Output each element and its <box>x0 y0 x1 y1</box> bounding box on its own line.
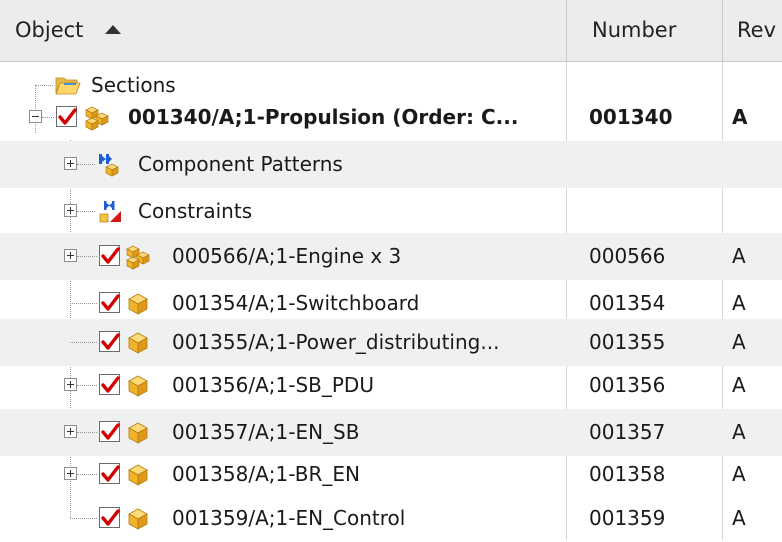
row-name: 000566/A;1-Engine x 3 <box>172 244 402 268</box>
column-header-object-label: Object <box>15 18 84 42</box>
row-number: 001357 <box>589 420 666 444</box>
sort-ascending-icon <box>105 24 122 34</box>
column-header-number-label: Number <box>592 18 677 42</box>
row-number: 001356 <box>589 373 666 397</box>
row-rev: A <box>732 244 746 268</box>
tree-row-br-en[interactable]: 001358/A;1-BR_EN 001358 A <box>0 451 782 498</box>
row-name: Constraints <box>138 199 253 223</box>
tree-row-engine[interactable]: 000566/A;1-Engine x 3 000566 A <box>0 233 782 280</box>
column-header-rev-label: Rev <box>737 18 776 42</box>
row-name: 001356/A;1-SB_PDU <box>172 373 374 397</box>
row-rev: A <box>732 420 746 444</box>
column-header-bar: Object Number Rev <box>0 0 782 62</box>
tree-row-en-sb[interactable]: 001357/A;1-EN_SB 001357 A <box>0 409 782 456</box>
tree-row-en-control[interactable]: 001359/A;1-EN_Control 001359 A <box>0 495 782 542</box>
column-header-number[interactable]: Number <box>566 0 722 61</box>
assembly-navigator-grid: Object Number Rev Sections 001340/A;1-Pr… <box>0 0 782 540</box>
row-number: 001358 <box>589 462 666 486</box>
row-number: 001359 <box>589 506 666 530</box>
tree-row-power-distributing[interactable]: 001355/A;1-Power_distributing... 001355 … <box>0 319 782 366</box>
column-header-rev[interactable]: Rev <box>722 0 782 61</box>
row-rev: A <box>732 506 746 530</box>
tree-row-constraints[interactable]: Constraints <box>0 188 782 235</box>
row-name: 001357/A;1-EN_SB <box>172 420 360 444</box>
tree-row-component-patterns[interactable]: Component Patterns <box>0 141 782 188</box>
row-rev: A <box>732 373 746 397</box>
row-name: 001358/A;1-BR_EN <box>172 462 360 486</box>
row-rev: A <box>732 105 748 129</box>
row-number: 001340 <box>589 105 673 129</box>
row-name: Component Patterns <box>138 152 343 176</box>
tree-row-sb-pdu[interactable]: 001356/A;1-SB_PDU 001356 A <box>0 362 782 409</box>
row-number: 000566 <box>589 244 666 268</box>
row-name: 001355/A;1-Power_distributing... <box>172 330 500 354</box>
column-header-object[interactable]: Object <box>0 0 566 61</box>
row-rev: A <box>732 462 746 486</box>
row-name: 001340/A;1-Propulsion (Order: C... <box>128 105 519 129</box>
row-name: 001359/A;1-EN_Control <box>172 506 406 530</box>
row-rev: A <box>732 330 746 354</box>
row-number: 001355 <box>589 330 666 354</box>
tree-row-propulsion[interactable]: 001340/A;1-Propulsion (Order: C... 00134… <box>0 94 782 141</box>
